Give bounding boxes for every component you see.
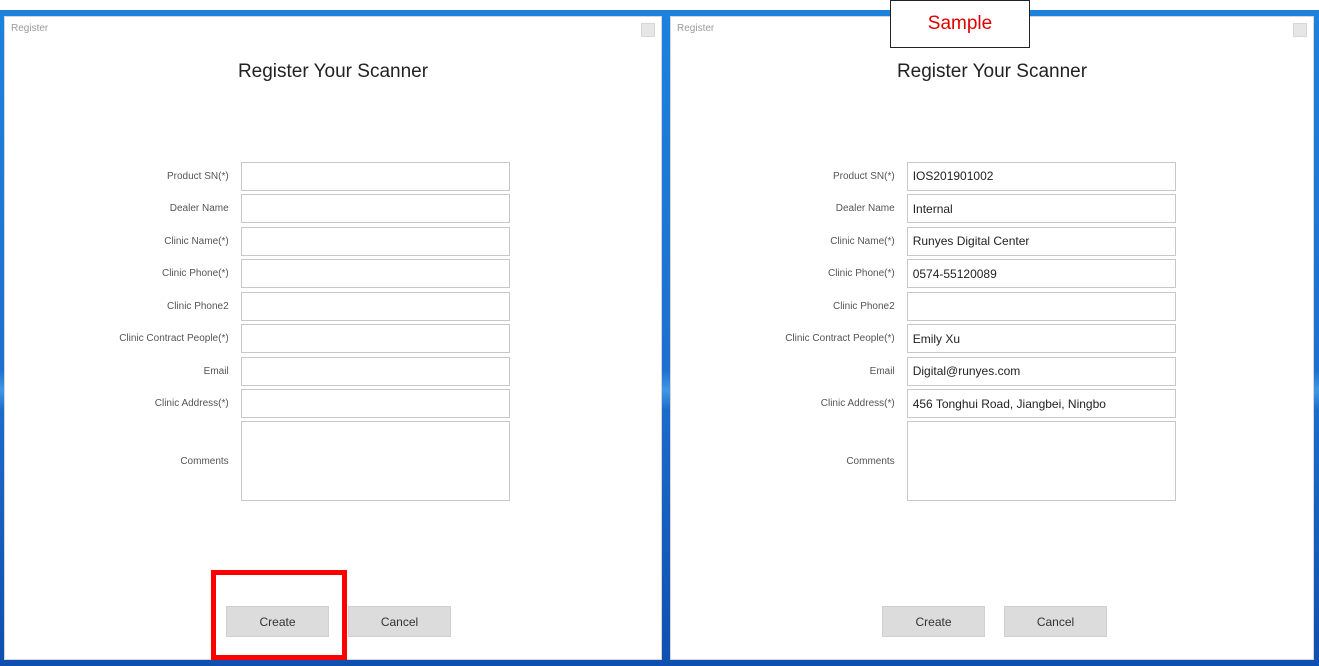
clinic-contact-label: Clinic Contract People(*)	[119, 333, 229, 345]
clinic-name-input[interactable]: Runyes Digital Center	[906, 226, 1176, 256]
email-input[interactable]	[240, 356, 510, 386]
clinic-contact-label: Clinic Contract People(*)	[785, 333, 895, 345]
cancel-button[interactable]: Cancel	[1004, 606, 1107, 637]
comments-label: Comments	[846, 455, 895, 467]
form-row-clinic-phone2: Clinic Phone2	[776, 290, 1176, 323]
comments-label: Comments	[180, 455, 229, 467]
form-row-dealer-name: Dealer Name Internal	[776, 193, 1176, 226]
email-input[interactable]: Digital@runyes.com	[906, 356, 1176, 386]
cancel-button[interactable]: Cancel	[348, 606, 451, 637]
form-row-comments: Comments	[776, 420, 1176, 502]
sample-tag: Sample	[890, 0, 1030, 48]
clinic-address-label: Clinic Address(*)	[154, 398, 229, 410]
clinic-phone-input[interactable]	[240, 259, 510, 289]
form-row-comments: Comments	[110, 420, 510, 502]
register-window-empty: Register Register Your Scanner Product S…	[4, 16, 662, 660]
clinic-phone-label: Clinic Phone(*)	[161, 268, 229, 280]
form-row-clinic-contact: Clinic Contract People(*) Emily Xu	[776, 323, 1176, 356]
window-caption: Register	[11, 23, 49, 34]
page-title: Register Your Scanner	[896, 61, 1088, 82]
registration-form-sample: Product SN(*) IOS201901002 Dealer Name I…	[776, 160, 1176, 502]
form-row-clinic-address: Clinic Address(*) 456 Tonghui Road, Jian…	[776, 388, 1176, 421]
dealer-name-input[interactable]	[240, 194, 510, 224]
form-row-product-sn: Product SN(*)	[110, 160, 510, 193]
clinic-phone2-input[interactable]	[240, 291, 510, 321]
clinic-address-input[interactable]	[240, 389, 510, 419]
clinic-address-input[interactable]: 456 Tonghui Road, Jiangbei, Ningbo	[906, 389, 1176, 419]
close-icon[interactable]	[641, 23, 655, 37]
comments-textarea[interactable]	[906, 421, 1176, 501]
clinic-phone2-input[interactable]	[906, 291, 1176, 321]
email-label: Email	[869, 365, 895, 377]
clinic-phone2-label: Clinic Phone2	[832, 300, 895, 312]
form-row-email: Email Digital@runyes.com	[776, 355, 1176, 388]
window-caption: Register	[677, 23, 715, 34]
form-row-clinic-contact: Clinic Contract People(*)	[110, 323, 510, 356]
clinic-phone-label: Clinic Phone(*)	[827, 268, 895, 280]
product-sn-input[interactable]: IOS201901002	[906, 161, 1176, 191]
register-window-sample: Register Register Your Scanner Product S…	[670, 16, 1314, 660]
form-row-clinic-phone2: Clinic Phone2	[110, 290, 510, 323]
registration-form: Product SN(*) Dealer Name Clinic Name(*)…	[110, 160, 510, 502]
product-sn-label: Product SN(*)	[833, 170, 895, 182]
clinic-contact-input[interactable]: Emily Xu	[906, 324, 1176, 354]
form-row-clinic-address: Clinic Address(*)	[110, 388, 510, 421]
form-row-clinic-name: Clinic Name(*)	[110, 225, 510, 258]
clinic-phone-input[interactable]: 0574-55120089	[906, 259, 1176, 289]
form-row-clinic-phone: Clinic Phone(*) 0574-55120089	[776, 258, 1176, 291]
email-label: Email	[203, 365, 229, 377]
clinic-address-label: Clinic Address(*)	[820, 398, 895, 410]
create-button[interactable]: Create	[226, 606, 329, 637]
comments-textarea[interactable]	[240, 421, 510, 501]
clinic-name-label: Clinic Name(*)	[164, 235, 229, 247]
form-row-email: Email	[110, 355, 510, 388]
form-row-clinic-name: Clinic Name(*) Runyes Digital Center	[776, 225, 1176, 258]
clinic-name-label: Clinic Name(*)	[830, 235, 895, 247]
clinic-phone2-label: Clinic Phone2	[166, 300, 229, 312]
form-row-dealer-name: Dealer Name	[110, 193, 510, 226]
clinic-name-input[interactable]	[240, 226, 510, 256]
page-title: Register Your Scanner	[237, 61, 429, 82]
form-row-clinic-phone: Clinic Phone(*)	[110, 258, 510, 291]
dealer-name-label: Dealer Name	[169, 203, 229, 215]
close-icon[interactable]	[1293, 23, 1307, 37]
product-sn-input[interactable]	[240, 161, 510, 191]
create-button[interactable]: Create	[882, 606, 985, 637]
dealer-name-label: Dealer Name	[835, 203, 895, 215]
product-sn-label: Product SN(*)	[167, 170, 229, 182]
dealer-name-input[interactable]: Internal	[906, 194, 1176, 224]
clinic-contact-input[interactable]	[240, 324, 510, 354]
form-row-product-sn: Product SN(*) IOS201901002	[776, 160, 1176, 193]
